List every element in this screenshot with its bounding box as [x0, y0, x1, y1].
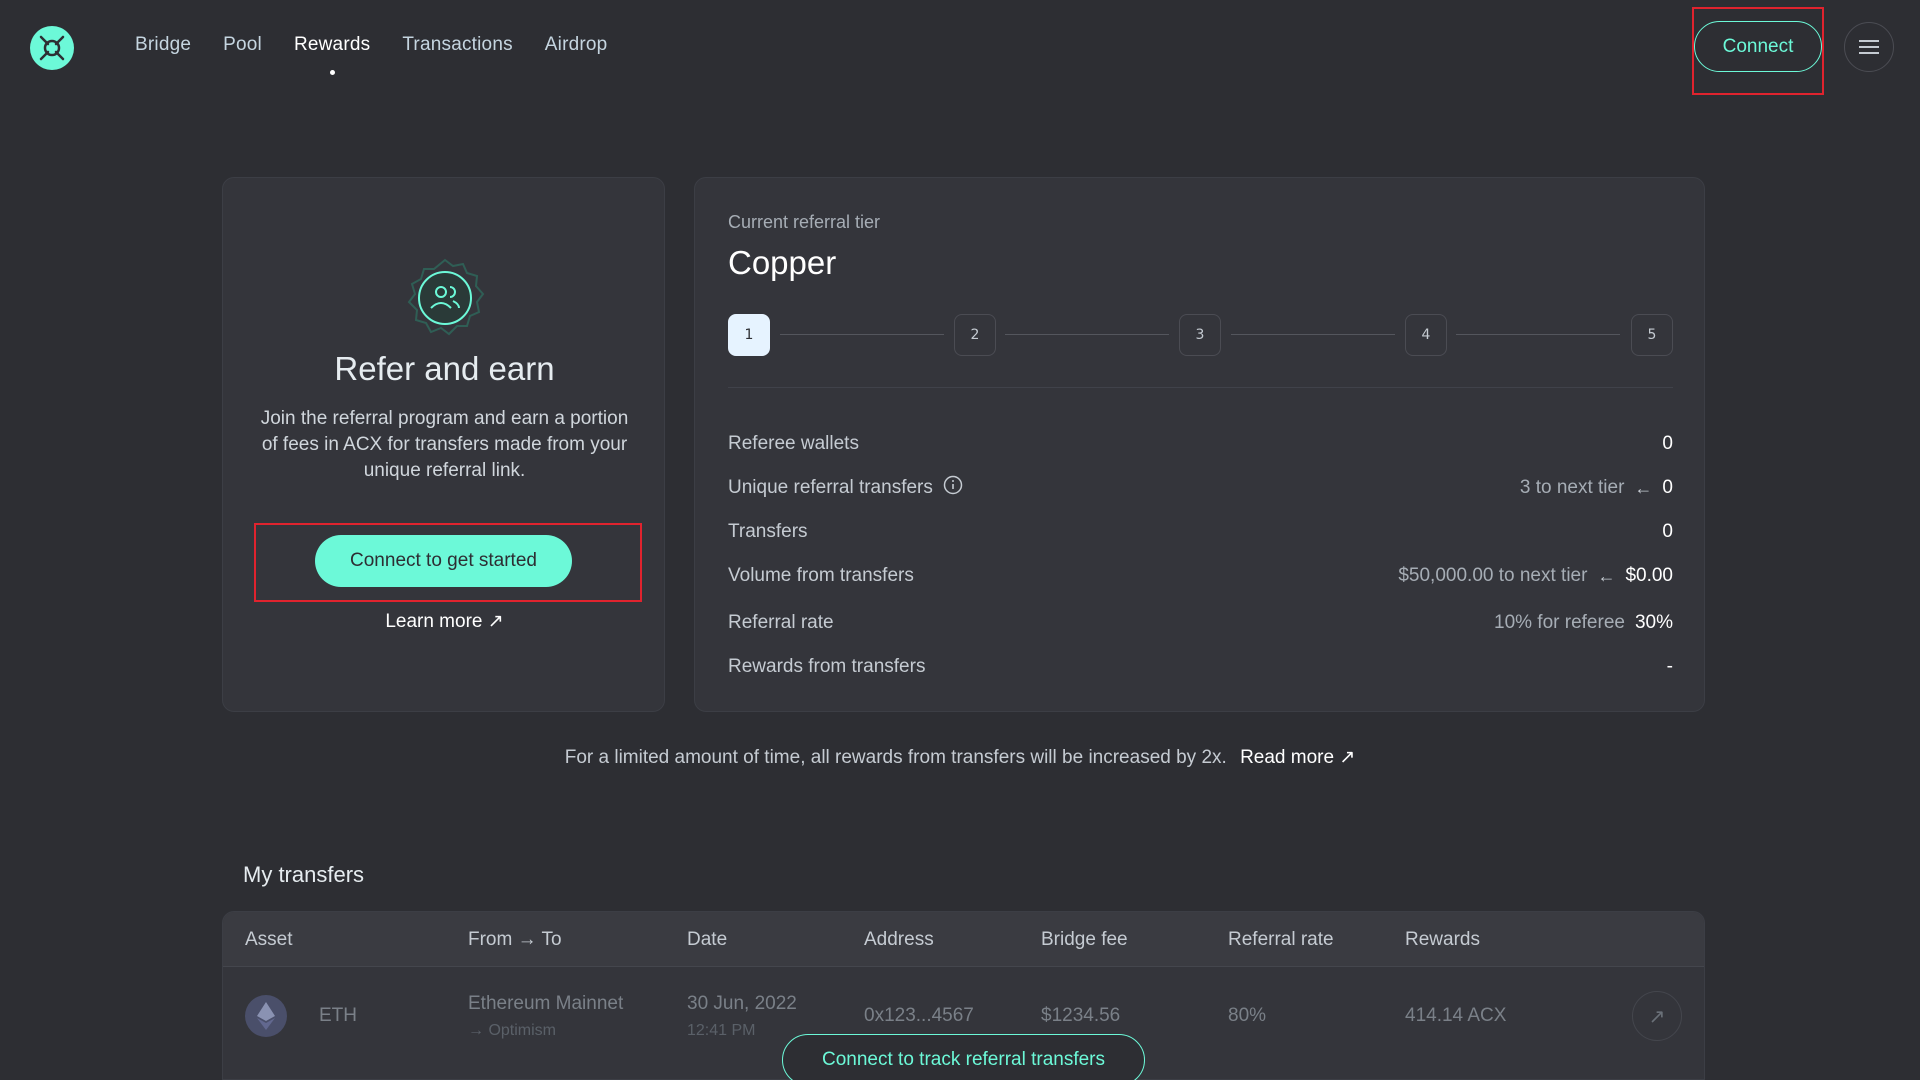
column-header-referral-rate: Referral rate — [1228, 929, 1334, 950]
tier-connector — [1231, 334, 1395, 335]
to-cell: → Optimism — [468, 1022, 556, 1039]
across-logo-icon[interactable] — [30, 26, 74, 70]
column-header-bridge-fee: Bridge fee — [1041, 929, 1128, 950]
stat-label: Volume from transfers — [728, 565, 914, 586]
date-cell: 30 Jun, 2022 — [687, 993, 797, 1014]
my-transfers-title: My transfers — [243, 862, 365, 887]
promo-banner: For a limited amount of time, all reward… — [0, 746, 1920, 769]
tier-connector — [1005, 334, 1169, 335]
info-icon[interactable] — [943, 475, 963, 501]
tier-name: Copper — [728, 244, 837, 281]
tier-step-1: 1 — [728, 314, 770, 356]
stat-label: Referee wallets — [728, 433, 859, 454]
stat-value: - — [1666, 656, 1673, 677]
external-link-icon[interactable]: ↗ — [1632, 991, 1682, 1041]
connect-to-track-button[interactable]: Connect to track referral transfers — [782, 1034, 1145, 1080]
stat-value: $0.00 — [1625, 565, 1673, 586]
from-cell: Ethereum Mainnet — [468, 993, 624, 1014]
top-navigation: Bridge Pool Rewards Transactions Airdrop… — [0, 0, 1920, 95]
stat-value: 0 — [1662, 433, 1673, 454]
stat-right: $50,000.00 to next tier ← $0.00 — [1398, 565, 1673, 587]
stat-rewards-from-transfers: Rewards from transfers - — [728, 655, 1673, 679]
stat-label: Rewards from transfers — [728, 656, 926, 677]
eth-icon — [245, 995, 287, 1037]
promo-text: For a limited amount of time, all reward… — [564, 747, 1227, 768]
tier-connector — [1456, 334, 1620, 335]
stat-value: 0 — [1662, 521, 1673, 542]
address-cell: 0x123...4567 — [864, 1005, 974, 1026]
stat-note: $50,000.00 to next tier — [1398, 565, 1588, 586]
hamburger-menu-icon[interactable] — [1844, 22, 1894, 72]
main-nav: Bridge Pool Rewards Transactions Airdrop — [135, 34, 608, 75]
stat-value: 0 — [1662, 477, 1673, 498]
stat-label-wrap: Unique referral transfers — [728, 475, 963, 501]
nav-item-pool[interactable]: Pool — [223, 34, 262, 56]
nav-item-rewards[interactable]: Rewards — [294, 34, 370, 75]
nav-item-bridge[interactable]: Bridge — [135, 34, 191, 56]
stat-note: 10% for referee — [1494, 612, 1625, 633]
stat-volume-from-transfers: Volume from transfers $50,000.00 to next… — [728, 564, 1673, 588]
rewards-cell: 414.14 ACX — [1405, 1005, 1507, 1026]
arrow-left-icon: ← — [1634, 477, 1653, 498]
stat-label: Referral rate — [728, 612, 834, 633]
stat-unique-referral-transfers: Unique referral transfers 3 to next tier… — [728, 475, 1673, 501]
stat-note: 3 to next tier — [1519, 477, 1625, 498]
refer-description: Join the referral program and earn a por… — [260, 408, 629, 481]
time-cell: 12:41 PM — [687, 1022, 756, 1039]
stat-transfers: Transfers 0 — [728, 520, 1673, 544]
stat-referral-rate: Referral rate 10% for referee 30% — [728, 611, 1673, 635]
nav-item-transactions[interactable]: Transactions — [402, 34, 512, 56]
tier-step-2: 2 — [954, 314, 996, 356]
stat-right: 10% for referee 30% — [1494, 612, 1673, 634]
column-header-address: Address — [864, 929, 934, 950]
column-header-date: Date — [687, 929, 728, 950]
tier-label: Current referral tier — [728, 212, 881, 232]
stat-label: Transfers — [728, 521, 808, 542]
tier-progress: 1 2 3 4 5 — [728, 314, 1673, 356]
column-header-from-to: From → To — [468, 929, 562, 950]
stat-value: 30% — [1634, 612, 1673, 633]
asset-cell: ETH — [319, 1005, 357, 1026]
bridge-fee-cell: $1234.56 — [1041, 1005, 1121, 1026]
referral-rate-cell: 80% — [1228, 1005, 1267, 1026]
nav-item-airdrop[interactable]: Airdrop — [545, 34, 608, 56]
table-header: Asset From → To Date Address Bridge fee … — [223, 912, 1704, 967]
referral-tier-card: Current referral tier Copper 1 2 3 4 5 R… — [694, 177, 1705, 712]
tier-step-3: 3 — [1179, 314, 1221, 356]
arrow-left-icon: ← — [1597, 565, 1616, 586]
column-header-rewards: Rewards — [1405, 929, 1480, 950]
stat-referee-wallets: Referee wallets 0 — [728, 432, 1673, 456]
column-header-asset: Asset — [245, 929, 293, 950]
stat-label: Unique referral transfers — [728, 477, 933, 498]
tier-connector — [780, 334, 944, 335]
tier-step-5: 5 — [1631, 314, 1673, 356]
read-more-link[interactable]: Read more ↗ — [1240, 747, 1355, 768]
users-badge-icon — [403, 256, 487, 340]
connect-wallet-button[interactable]: Connect — [1694, 21, 1822, 72]
refer-and-earn-card: Refer and earn Join the referral program… — [222, 177, 665, 712]
connect-to-get-started-button[interactable]: Connect to get started — [315, 535, 572, 587]
stat-right: 3 to next tier ← 0 — [1520, 477, 1673, 499]
refer-title: Refer and earn — [334, 350, 555, 387]
tier-step-4: 4 — [1405, 314, 1447, 356]
divider — [728, 387, 1673, 388]
learn-more-link[interactable]: Learn more ↗ — [223, 610, 666, 633]
